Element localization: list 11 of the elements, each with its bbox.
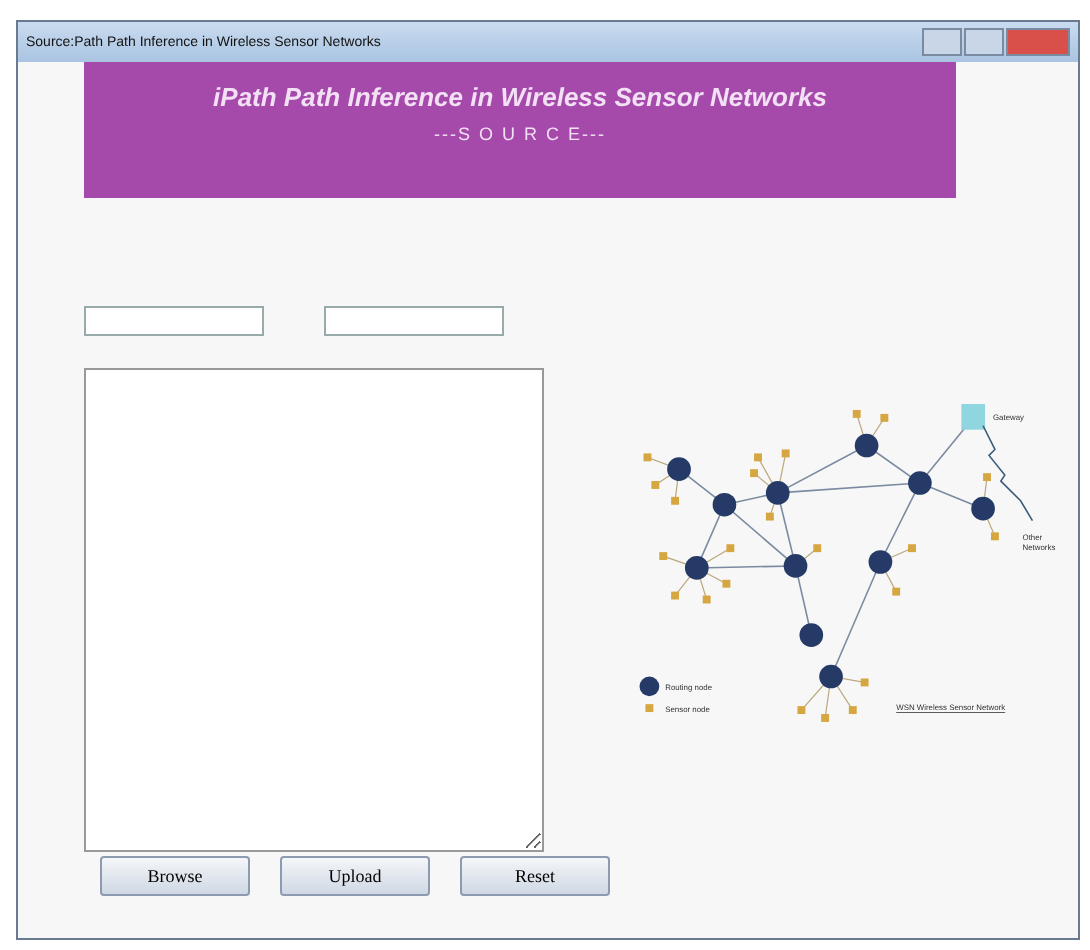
action-button[interactable]: Reset: [460, 856, 610, 896]
banner-subtitle: ---S O U R C E---: [434, 124, 606, 144]
banner-title: iPath Path Inference in Wireless Sensor Networks: [213, 82, 827, 112]
sensor-node-icon: [645, 704, 654, 713]
input-field[interactable]: [324, 306, 504, 336]
maximize-button[interactable]: [964, 28, 1004, 56]
action-button[interactable]: Upload: [280, 856, 430, 896]
action-button[interactable]: Browse: [100, 856, 250, 896]
routing-node-icon: [639, 676, 660, 697]
input-field[interactable]: [84, 306, 264, 336]
minimize-button[interactable]: [922, 28, 962, 56]
